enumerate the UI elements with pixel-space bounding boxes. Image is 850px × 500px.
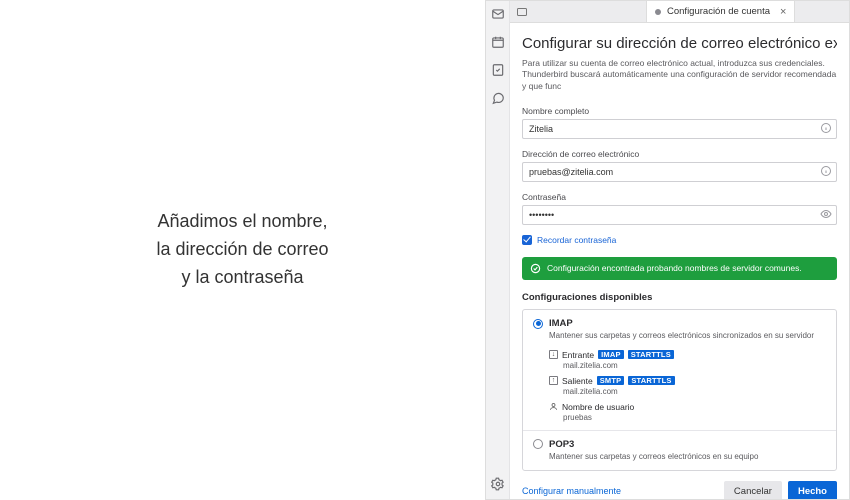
email-label: Dirección de correo electrónico bbox=[522, 149, 837, 159]
check-circle-icon bbox=[530, 263, 541, 274]
username-block: Nombre de usuario pruebas bbox=[549, 402, 826, 422]
name-input[interactable] bbox=[522, 119, 837, 139]
settings-icon[interactable] bbox=[491, 477, 505, 491]
home-icon[interactable] bbox=[516, 6, 528, 18]
tasks-icon[interactable] bbox=[491, 63, 505, 77]
outgoing-server: ↑ Saliente SMTP STARTTLS mail.zitelia.co… bbox=[549, 376, 826, 396]
remember-password-checkbox[interactable]: Recordar contraseña bbox=[522, 235, 837, 245]
user-icon bbox=[549, 402, 558, 411]
close-tab-icon[interactable]: × bbox=[780, 6, 786, 18]
password-label: Contraseña bbox=[522, 192, 837, 202]
account-setup-panel: Configurar su dirección de correo electr… bbox=[510, 23, 849, 499]
eye-icon[interactable] bbox=[820, 208, 832, 220]
radio-on-icon bbox=[533, 319, 543, 329]
tab-indicator-icon bbox=[655, 9, 661, 15]
banner-text: Configuración encontrada probando nombre… bbox=[547, 263, 802, 274]
incoming-host: mail.zitelia.com bbox=[563, 361, 826, 370]
incoming-icon: ↓ bbox=[549, 350, 558, 359]
pop3-desc: Mantener sus carpetas y correos electrón… bbox=[549, 452, 826, 462]
incoming-server: ↓ Entrante IMAP STARTTLS mail.zitelia.co… bbox=[549, 350, 826, 370]
radio-pop3[interactable]: POP3 bbox=[533, 439, 826, 450]
configure-manually-link[interactable]: Configurar manualmente bbox=[522, 486, 621, 496]
info-icon[interactable] bbox=[820, 122, 832, 134]
instruction-caption: Añadimos el nombre, la dirección de corr… bbox=[0, 0, 485, 500]
outgoing-icon: ↑ bbox=[549, 376, 558, 385]
radio-imap[interactable]: IMAP bbox=[533, 318, 826, 329]
password-input[interactable] bbox=[522, 205, 837, 225]
available-configs-heading: Configuraciones disponibles bbox=[522, 292, 837, 303]
action-row: Configurar manualmente Cancelar Hecho bbox=[522, 481, 837, 499]
imap-desc: Mantener sus carpetas y correos electrón… bbox=[549, 331, 826, 341]
info-icon[interactable] bbox=[820, 165, 832, 177]
divider bbox=[523, 430, 836, 431]
config-options: IMAP Mantener sus carpetas y correos ele… bbox=[522, 309, 837, 471]
caption-line: Añadimos el nombre, bbox=[103, 208, 383, 236]
tab-spacer bbox=[510, 1, 647, 22]
remember-label: Recordar contraseña bbox=[537, 235, 616, 245]
name-label: Nombre completo bbox=[522, 106, 837, 116]
tab-title: Configuración de cuenta bbox=[667, 6, 770, 17]
email-input[interactable] bbox=[522, 162, 837, 182]
outgoing-host: mail.zitelia.com bbox=[563, 387, 826, 396]
security-tag: STARTTLS bbox=[628, 376, 674, 385]
cancel-button[interactable]: Cancelar bbox=[724, 481, 782, 499]
tab-bar: Configuración de cuenta × bbox=[510, 1, 849, 23]
calendar-icon[interactable] bbox=[491, 35, 505, 49]
thunderbird-window: Configuración de cuenta × Configurar su … bbox=[485, 0, 850, 500]
vertical-toolbar bbox=[486, 1, 510, 499]
caption-line: la dirección de correo bbox=[103, 236, 383, 264]
radio-off-icon bbox=[533, 439, 543, 449]
mail-icon[interactable] bbox=[491, 7, 505, 21]
username-value: pruebas bbox=[563, 413, 826, 422]
tab-account-settings[interactable]: Configuración de cuenta × bbox=[647, 1, 795, 22]
done-button[interactable]: Hecho bbox=[788, 481, 837, 499]
security-tag: STARTTLS bbox=[628, 350, 674, 359]
caption-line: y la contraseña bbox=[103, 264, 383, 292]
page-subtitle: Para utilizar su cuenta de correo electr… bbox=[522, 58, 837, 92]
proto-tag: SMTP bbox=[597, 376, 625, 385]
proto-tag: IMAP bbox=[598, 350, 624, 359]
checkbox-icon bbox=[522, 235, 532, 245]
chat-icon[interactable] bbox=[491, 91, 505, 105]
success-banner: Configuración encontrada probando nombre… bbox=[522, 257, 837, 280]
page-title: Configurar su dirección de correo electr… bbox=[522, 35, 837, 52]
